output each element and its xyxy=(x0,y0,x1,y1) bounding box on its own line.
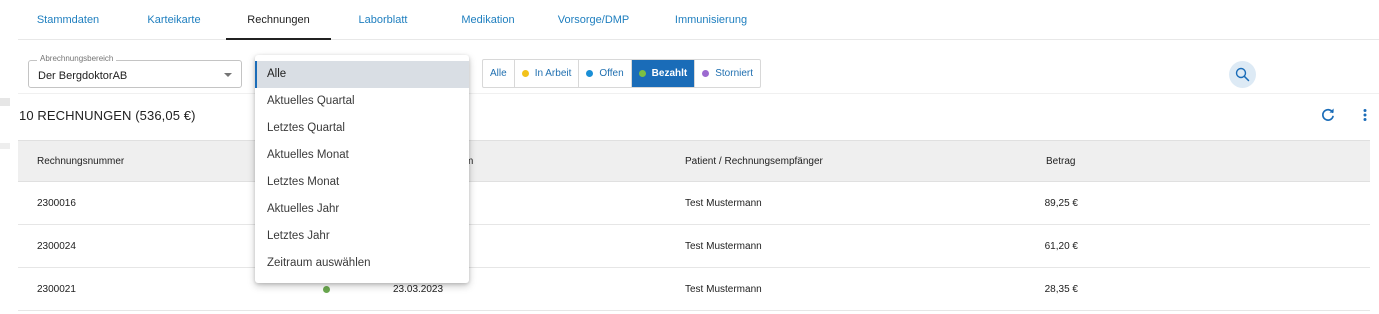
dropdown-option-zeitraum-auswaehlen[interactable]: Zeitraum auswählen xyxy=(255,250,469,277)
invoice-amount: 89,25 € xyxy=(1044,198,1078,209)
search-button[interactable] xyxy=(1229,61,1256,88)
status-dot-icon xyxy=(702,70,710,77)
tab-karteikarte[interactable]: Karteikarte xyxy=(134,0,214,40)
chip-label: Offen xyxy=(599,68,624,79)
table-row[interactable]: 2300024 Test Mustermann 61,20 € xyxy=(18,225,1370,268)
left-gutter-mark xyxy=(0,143,10,149)
invoice-count-heading: 10 RECHNUNGEN (536,05 €) xyxy=(19,108,196,123)
invoice-table: Rechnungsnummer m Patient / Rechnungsemp… xyxy=(18,140,1370,311)
invoice-number: 2300024 xyxy=(37,241,76,252)
column-header-rechnungsnummer[interactable]: Rechnungsnummer xyxy=(37,156,124,167)
tab-medikation[interactable]: Medikation xyxy=(448,0,528,40)
status-chip-alle[interactable]: Alle xyxy=(483,60,515,87)
tab-immunisierung[interactable]: Immunisierung xyxy=(656,0,766,40)
tab-vorsorge-dmp[interactable]: Vorsorge/DMP xyxy=(551,0,636,40)
invoice-number: 2300016 xyxy=(37,198,76,209)
dropdown-option-alle[interactable]: Alle xyxy=(255,61,469,88)
status-filter-group: Alle In Arbeit Offen Bezahlt Storniert xyxy=(482,59,762,88)
status-dot-icon xyxy=(521,70,529,77)
select-value: Der BergdoktorAB xyxy=(38,70,128,82)
left-gutter-mark xyxy=(0,98,10,106)
invoice-number: 2300021 xyxy=(37,284,76,295)
dropdown-option-letztes-monat[interactable]: Letztes Monat xyxy=(255,169,469,196)
tab-bar: Stammdaten Karteikarte Rechnungen Laborb… xyxy=(18,0,1379,40)
status-chip-storniert[interactable]: Storniert xyxy=(695,60,760,87)
chip-label: Alle xyxy=(490,68,507,79)
invoice-amount: 61,20 € xyxy=(1044,241,1078,252)
refresh-button[interactable] xyxy=(1320,107,1336,123)
chip-label: In Arbeit xyxy=(534,68,572,79)
dropdown-option-letztes-quartal[interactable]: Letztes Quartal xyxy=(255,115,469,142)
status-dot-icon xyxy=(586,70,594,77)
status-chip-bezahlt[interactable]: Bezahlt xyxy=(631,60,696,87)
tab-laborblatt[interactable]: Laborblatt xyxy=(343,0,423,40)
column-header-patient[interactable]: Patient / Rechnungsempfänger xyxy=(685,156,823,167)
search-icon xyxy=(1235,67,1250,82)
patient-name: Test Mustermann xyxy=(685,198,762,209)
select-legend: Abrechnungsbereich xyxy=(37,54,117,63)
abrechnungsbereich-select[interactable]: Abrechnungsbereich Der BergdoktorAB xyxy=(28,54,242,88)
status-dot-icon xyxy=(638,70,646,77)
table-row[interactable]: 2300021 23.03.2023 Test Mustermann 28,35… xyxy=(18,268,1370,311)
more-options-button[interactable] xyxy=(1360,107,1370,123)
column-header-betrag[interactable]: Betrag xyxy=(1046,156,1075,167)
refresh-icon xyxy=(1322,108,1334,121)
status-chip-in-arbeit[interactable]: In Arbeit xyxy=(515,60,580,87)
tab-rechnungen[interactable]: Rechnungen xyxy=(226,0,331,40)
status-chip-offen[interactable]: Offen xyxy=(579,60,632,87)
dropdown-option-aktuelles-quartal[interactable]: Aktuelles Quartal xyxy=(255,88,469,115)
dropdown-option-aktuelles-jahr[interactable]: Aktuelles Jahr xyxy=(255,196,469,223)
table-header: Rechnungsnummer m Patient / Rechnungsemp… xyxy=(18,140,1370,182)
chip-label: Storniert xyxy=(715,68,754,79)
table-row[interactable]: 2300016 Test Mustermann 89,25 € xyxy=(18,182,1370,225)
invoice-amount: 28,35 € xyxy=(1044,284,1078,295)
chip-label: Bezahlt xyxy=(651,68,688,79)
dropdown-option-aktuelles-monat[interactable]: Aktuelles Monat xyxy=(255,142,469,169)
dropdown-option-letztes-jahr[interactable]: Letztes Jahr xyxy=(255,223,469,250)
chevron-down-icon xyxy=(224,73,232,77)
invoice-date: 23.03.2023 xyxy=(393,284,444,295)
period-dropdown-menu: Alle Aktuelles Quartal Letztes Quartal A… xyxy=(255,55,469,283)
patient-name: Test Mustermann xyxy=(685,284,762,295)
more-vert-icon xyxy=(1363,109,1367,121)
tab-stammdaten[interactable]: Stammdaten xyxy=(28,0,108,40)
paid-status-icon xyxy=(323,286,330,293)
patient-name: Test Mustermann xyxy=(685,241,762,252)
divider xyxy=(18,93,1379,94)
